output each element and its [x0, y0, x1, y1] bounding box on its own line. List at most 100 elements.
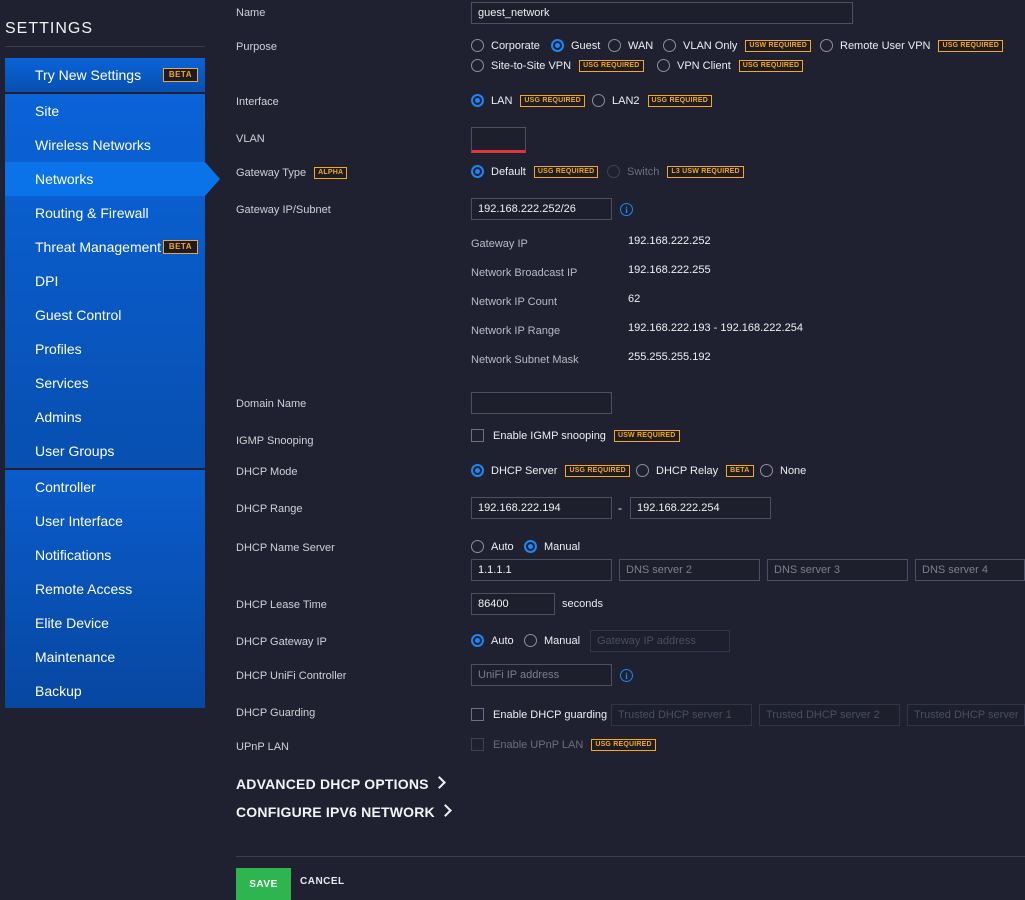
trusted-dhcp-server-2-input[interactable]: [759, 704, 900, 726]
name-server-manual-option[interactable]: Manual: [524, 540, 580, 553]
sidebar-item-remote-access[interactable]: Remote Access: [5, 572, 205, 606]
domain-name-input[interactable]: [471, 392, 612, 414]
purpose-remote-user-vpn-option[interactable]: Remote User VPN USG REQUIRED: [820, 39, 1003, 52]
radio-icon[interactable]: [760, 464, 773, 477]
option-label: VLAN Only: [683, 39, 738, 52]
gateway-ip-value: 192.168.222.252: [628, 235, 711, 247]
purpose-guest-option[interactable]: Guest: [551, 39, 600, 52]
checkbox-icon[interactable]: [471, 708, 484, 721]
radio-selected-icon[interactable]: [471, 634, 484, 647]
radio-icon[interactable]: [657, 59, 670, 72]
dns-server-1-input[interactable]: [471, 559, 612, 581]
checkbox-icon[interactable]: [471, 429, 484, 442]
interface-lan-option[interactable]: LAN USG REQUIRED: [471, 94, 585, 107]
dhcp-gateway-auto-option[interactable]: Auto: [471, 634, 514, 647]
sidebar-item-threat-management[interactable]: Threat Management BETA: [5, 230, 205, 264]
gateway-subnet-input[interactable]: [471, 198, 612, 220]
sidebar-item-user-interface[interactable]: User Interface: [5, 504, 205, 538]
dhcp-gateway-manual-option[interactable]: Manual: [524, 634, 580, 647]
domain-name-label: Domain Name: [236, 398, 307, 410]
sidebar-item-user-groups[interactable]: User Groups: [5, 434, 205, 468]
checkbox-disabled-icon[interactable]: [471, 738, 484, 751]
sidebar-item-elite-device[interactable]: Elite Device: [5, 606, 205, 640]
purpose-corporate-option[interactable]: Corporate: [471, 39, 540, 52]
dns-server-2-input[interactable]: [619, 559, 760, 581]
dhcp-range-end-input[interactable]: [630, 497, 771, 519]
gateway-type-default-option[interactable]: Default USG REQUIRED: [471, 165, 599, 178]
upnp-lan-checkbox[interactable]: Enable UPnP LAN USG REQUIRED: [471, 738, 656, 751]
sidebar-item-dpi[interactable]: DPI: [5, 264, 205, 298]
sidebar-item-notifications[interactable]: Notifications: [5, 538, 205, 572]
unifi-ip-input[interactable]: [471, 664, 612, 686]
gateway-type-switch-option[interactable]: Switch L3 USW REQUIRED: [607, 165, 744, 178]
purpose-vpn-client-option[interactable]: VPN Client USG REQUIRED: [657, 59, 804, 72]
radio-selected-icon[interactable]: [471, 94, 484, 107]
sidebar-item-maintenance[interactable]: Maintenance: [5, 640, 205, 674]
radio-icon[interactable]: [524, 634, 537, 647]
dhcp-none-option[interactable]: None: [760, 464, 806, 477]
beta-tag: BETA: [726, 464, 754, 477]
purpose-site-to-site-vpn-option[interactable]: Site-to-Site VPN USG REQUIRED: [471, 59, 644, 72]
dhcp-gateway-ip-input[interactable]: [590, 630, 730, 652]
dhcp-lease-input[interactable]: [471, 593, 555, 615]
dhcp-guarding-checkbox[interactable]: Enable DHCP guarding: [471, 708, 607, 721]
sidebar-item-services[interactable]: Services: [5, 366, 205, 400]
radio-disabled-icon[interactable]: [607, 165, 620, 178]
name-input[interactable]: [471, 2, 853, 24]
usg-required-tag: USG REQUIRED: [647, 94, 712, 107]
sidebar-item-label: Threat Management: [35, 239, 162, 255]
trusted-dhcp-server-3-input[interactable]: [907, 704, 1025, 726]
radio-selected-icon[interactable]: [471, 165, 484, 178]
sidebar-item-site[interactable]: Site: [5, 94, 205, 128]
radio-icon[interactable]: [636, 464, 649, 477]
radio-selected-icon[interactable]: [524, 540, 537, 553]
radio-icon[interactable]: [592, 94, 605, 107]
radio-icon[interactable]: [608, 39, 621, 52]
sidebar-item-wireless-networks[interactable]: Wireless Networks: [5, 128, 205, 162]
trusted-dhcp-server-1-input[interactable]: [611, 704, 752, 726]
dhcp-lease-label: DHCP Lease Time: [236, 599, 327, 611]
radio-icon[interactable]: [471, 39, 484, 52]
igmp-label: IGMP Snooping: [236, 435, 314, 447]
name-server-auto-option[interactable]: Auto: [471, 540, 514, 553]
option-label: LAN2: [612, 94, 640, 107]
sidebar-item-networks[interactable]: Networks: [5, 162, 220, 196]
igmp-snooping-checkbox[interactable]: Enable IGMP snooping USW REQUIRED: [471, 429, 680, 442]
dns-server-4-input[interactable]: [915, 559, 1025, 581]
radio-icon[interactable]: [663, 39, 676, 52]
configure-ipv6-link[interactable]: CONFIGURE IPV6 NETWORK: [236, 804, 452, 820]
dhcp-gateway-label: DHCP Gateway IP: [236, 636, 327, 648]
save-button[interactable]: SAVE: [236, 868, 291, 900]
radio-icon[interactable]: [471, 59, 484, 72]
interface-lan2-option[interactable]: LAN2 USG REQUIRED: [592, 94, 712, 107]
purpose-wan-option[interactable]: WAN: [608, 39, 653, 52]
interface-label: Interface: [236, 96, 279, 108]
radio-icon[interactable]: [471, 540, 484, 553]
sidebar-item-try-new-settings[interactable]: Try New Settings BETA: [5, 58, 205, 92]
option-label: WAN: [628, 39, 654, 52]
name-label: Name: [236, 7, 266, 19]
advanced-dhcp-options-link[interactable]: ADVANCED DHCP OPTIONS: [236, 776, 446, 792]
sidebar-item-profiles[interactable]: Profiles: [5, 332, 205, 366]
radio-selected-icon[interactable]: [551, 39, 564, 52]
sidebar-item-backup[interactable]: Backup: [5, 674, 205, 708]
sidebar-item-guest-control[interactable]: Guest Control: [5, 298, 205, 332]
sidebar-item-admins[interactable]: Admins: [5, 400, 205, 434]
purpose-vlan-only-option[interactable]: VLAN Only USW REQUIRED: [663, 39, 812, 52]
radio-selected-icon[interactable]: [471, 464, 484, 477]
dns-server-3-input[interactable]: [767, 559, 908, 581]
info-icon[interactable]: i: [620, 203, 633, 216]
ip-range-value: 192.168.222.193 - 192.168.222.254: [628, 322, 803, 334]
sidebar-item-routing-firewall[interactable]: Routing & Firewall: [5, 196, 205, 230]
dhcp-relay-option[interactable]: DHCP Relay BETA: [636, 464, 754, 477]
dhcp-range-start-input[interactable]: [471, 497, 612, 519]
usg-required-tag: USG REQUIRED: [938, 39, 1003, 52]
sidebar-item-controller[interactable]: Controller: [5, 470, 205, 504]
cancel-button[interactable]: CANCEL: [300, 876, 345, 887]
info-icon[interactable]: i: [620, 669, 633, 682]
vlan-input[interactable]: [471, 127, 526, 153]
l3-usw-required-tag: L3 USW REQUIRED: [667, 165, 744, 178]
option-label: Site-to-Site VPN: [491, 59, 572, 72]
radio-icon[interactable]: [820, 39, 833, 52]
dhcp-server-option[interactable]: DHCP Server USG REQUIRED: [471, 464, 630, 477]
